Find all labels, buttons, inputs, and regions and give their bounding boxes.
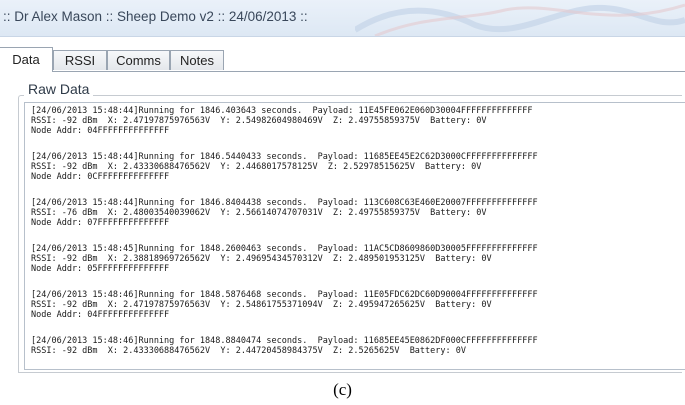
log-line-header: [24/06/2013 15:48:46]Running for 1848.88…	[31, 336, 538, 346]
tab-bar: Data RSSI Comms Notes	[0, 47, 685, 72]
log-line-readings: RSSI: -92 dBm X: 2.38818969726562V Y: 2.…	[31, 254, 492, 264]
log-entry: [24/06/2013 15:48:45]Running for 1848.26…	[31, 244, 685, 274]
tab-rssi[interactable]: RSSI	[53, 50, 107, 70]
app-window: :: Dr Alex Mason :: Sheep Demo v2 :: 24/…	[0, 0, 685, 373]
log-line-node-addr: Node Addr: 04FFFFFFFFFFFFFF	[31, 310, 170, 320]
log-line-header: [24/06/2013 15:48:44]Running for 1846.54…	[31, 152, 538, 162]
log-line-node-addr: Node Addr: 0CFFFFFFFFFFFFFF	[31, 172, 170, 182]
tab-comms[interactable]: Comms	[107, 50, 170, 70]
log-line-readings: RSSI: -92 dBm X: 2.47197875976563V Y: 2.…	[31, 300, 492, 310]
raw-data-log[interactable]: [24/06/2013 15:48:44]Running for 1846.40…	[24, 102, 685, 370]
log-line-node-addr: Node Addr: 07FFFFFFFFFFFFFF	[31, 218, 170, 228]
log-line-header: [24/06/2013 15:48:44]Running for 1846.40…	[31, 106, 533, 116]
log-line-node-addr: Node Addr: 04FFFFFFFFFFFFFF	[31, 126, 170, 136]
log-line-readings: RSSI: -76 dBm X: 2.48003540039062V Y: 2.…	[31, 208, 487, 218]
log-line-readings: RSSI: -92 dBm X: 2.43330688476562V Y: 2.…	[31, 162, 482, 172]
log-line-header: [24/06/2013 15:48:45]Running for 1848.26…	[31, 244, 538, 254]
log-line-header: [24/06/2013 15:48:46]Running for 1848.58…	[31, 290, 538, 300]
log-entry: [24/06/2013 15:48:46]Running for 1848.88…	[31, 336, 685, 356]
log-line-node-addr: Node Addr: 05FFFFFFFFFFFFFF	[31, 264, 170, 274]
log-line-readings: RSSI: -92 dBm X: 2.43330688476562V Y: 2.…	[31, 346, 466, 356]
title-bar-decoration	[355, 3, 685, 36]
figure-caption: (c)	[333, 380, 352, 399]
log-entry: [24/06/2013 15:48:44]Running for 1846.54…	[31, 152, 685, 182]
raw-data-label: Raw Data	[24, 81, 94, 97]
log-line-header: [24/06/2013 15:48:44]Running for 1846.84…	[31, 198, 538, 208]
tab-notes[interactable]: Notes	[170, 50, 224, 70]
tab-data[interactable]: Data	[0, 47, 53, 72]
log-entry: [24/06/2013 15:48:46]Running for 1848.58…	[31, 290, 685, 320]
window-title: :: Dr Alex Mason :: Sheep Demo v2 :: 24/…	[3, 9, 308, 24]
log-entry: [24/06/2013 15:48:44]Running for 1846.84…	[31, 198, 685, 228]
title-bar: :: Dr Alex Mason :: Sheep Demo v2 :: 24/…	[0, 0, 685, 37]
log-line-readings: RSSI: -92 dBm X: 2.47197875976563V Y: 2.…	[31, 116, 487, 126]
log-entry: [24/06/2013 15:48:44]Running for 1846.40…	[31, 106, 685, 136]
